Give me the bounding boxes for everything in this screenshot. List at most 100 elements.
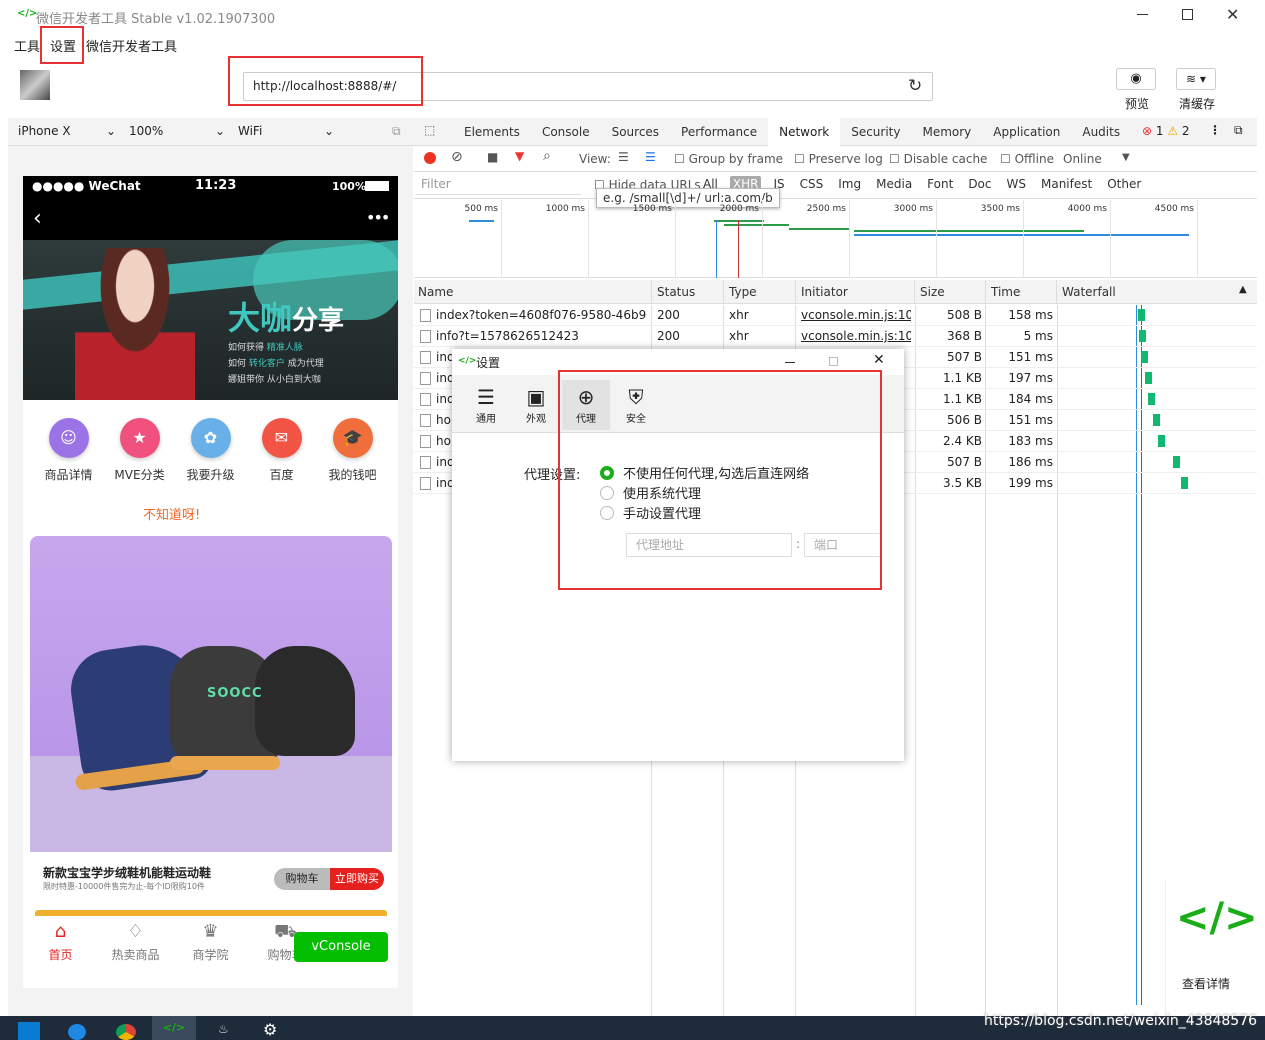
type-filter-other[interactable]: Other — [1104, 176, 1144, 192]
timeline-tick-label: 3500 ms — [980, 204, 1020, 214]
devtools-tabs: Elements Console Sources Performance Network… — [453, 118, 1131, 148]
clear-cache-button[interactable]: ≋ ▾ 清缓存 — [1176, 68, 1218, 114]
menu-devtools[interactable]: 微信开发者工具 — [86, 36, 177, 55]
back-icon[interactable]: ‹ — [33, 206, 42, 231]
column-header-status[interactable]: Status — [657, 285, 695, 299]
dialog-close-icon[interactable]: ✕ — [873, 352, 885, 368]
view-details-link[interactable]: 查看详情 — [1182, 975, 1230, 992]
waterfall-bar — [1158, 435, 1165, 447]
waterfall-bar — [1153, 414, 1160, 426]
teapot-icon[interactable]: ♨ — [218, 1022, 229, 1036]
title-bar: </> 微信开发者工具 Stable v1.02.1907300 ✕ — [0, 0, 1265, 32]
throttle-select[interactable]: Online — [1063, 152, 1102, 166]
cell-initiator[interactable]: vconsole.min.js:10 — [801, 326, 911, 347]
cell-time: 197 ms — [1008, 371, 1053, 385]
vscode-icon[interactable] — [18, 1022, 40, 1040]
offline-checkbox[interactable]: ☐ Offline — [1000, 152, 1054, 166]
table-row[interactable]: index?token=4608f076-9580-46b9-a8... 200 x… — [414, 305, 1257, 326]
avatar[interactable] — [20, 70, 50, 100]
cell-initiator[interactable]: vconsole.min.js:10 — [801, 305, 911, 326]
category-item[interactable]: ✿ 我要升级 — [175, 418, 246, 483]
settings-gear-icon[interactable]: ⚙ — [263, 1020, 277, 1039]
chrome-icon[interactable] — [116, 1024, 136, 1040]
devtools-tab-application[interactable]: Application — [982, 118, 1071, 146]
refresh-icon[interactable]: ↻ — [908, 76, 922, 96]
inspect-icon[interactable]: ⬚ — [424, 123, 435, 137]
filter-input[interactable]: Filter — [416, 177, 581, 195]
throttle-dropdown-icon[interactable]: ▼ — [1122, 152, 1130, 163]
disable-cache-checkbox[interactable]: ☐ Disable cache — [889, 152, 987, 166]
devtools-tab-sources[interactable]: Sources — [601, 118, 670, 146]
search-icon[interactable]: ⌕ — [543, 148, 551, 164]
banner[interactable]: 大咖分享 如何获得 精准人脉 如何 转化客户 成为代理 娜姐带你 从小白到大咖 — [23, 240, 398, 400]
wechat-devtools-icon[interactable]: </> — [152, 1016, 196, 1040]
category-item[interactable]: ✉ 百度 — [246, 418, 317, 483]
dialog-maximize-icon[interactable] — [829, 357, 838, 366]
list-view-icon[interactable]: ☰ — [618, 150, 629, 164]
table-row[interactable]: info?t=1578626512423 200 xhr vconsole.min.j… — [414, 326, 1257, 347]
waterfall-bar — [1173, 456, 1180, 468]
preview-button[interactable]: ◉ 预览 — [1116, 68, 1158, 114]
preview-label: 预览 — [1124, 97, 1149, 111]
category-item[interactable]: ☺ 商品详情 — [33, 418, 104, 483]
devtools-tab-security[interactable]: Security — [840, 118, 911, 146]
column-header-type[interactable]: Type — [729, 285, 757, 299]
more-dots-icon[interactable]: ••• — [366, 208, 390, 227]
network-select[interactable]: WiFi ⌄ — [238, 124, 334, 138]
sort-arrow-icon[interactable]: ▲ — [1239, 284, 1247, 295]
more-menu-icon[interactable]: ⋮ — [1209, 123, 1221, 137]
category-item[interactable]: ★ MVE分类 — [104, 418, 175, 483]
column-header-time[interactable]: Time — [991, 285, 1020, 299]
devtools-tab-elements[interactable]: Elements — [453, 118, 531, 146]
devtools-tab-console[interactable]: Console — [531, 118, 601, 146]
devtools-tab-performance[interactable]: Performance — [670, 118, 768, 146]
type-filter-manifest[interactable]: Manifest — [1038, 176, 1095, 192]
dialog-minimize-icon[interactable] — [785, 362, 795, 363]
category-item[interactable]: 🎓 我的钱吧 — [317, 418, 388, 483]
column-header-initiator[interactable]: Initiator — [801, 285, 848, 299]
column-header-size[interactable]: Size — [920, 285, 945, 299]
type-filter-doc[interactable]: Doc — [965, 176, 994, 192]
product-card[interactable]: SOOCC 新款宝宝学步绒鞋机能鞋运动鞋 限时特惠-10000件售完为止-每个I… — [30, 536, 392, 908]
waterfall-view-icon[interactable]: ☰ — [645, 150, 656, 164]
dock-icon[interactable]: ⧉ — [1234, 123, 1243, 138]
clear-icon[interactable]: ⊘ — [451, 149, 463, 165]
close-icon[interactable]: ✕ — [1226, 5, 1239, 24]
type-filter-css[interactable]: CSS — [797, 176, 827, 192]
record-icon[interactable] — [424, 152, 436, 164]
category-label: 我要升级 — [186, 468, 235, 482]
add-to-cart-button[interactable]: 购物车 — [274, 868, 330, 890]
timeline-tick-label: 4000 ms — [1067, 204, 1107, 214]
tab-item[interactable]: ⌂ 首页 — [23, 922, 98, 963]
minimize-icon[interactable] — [1137, 14, 1148, 15]
product-subtitle: 限时特惠-10000件售完为止-每个ID限购10件 — [43, 882, 205, 891]
column-header-name[interactable]: Name — [418, 285, 453, 299]
preserve-log-checkbox[interactable]: ☐ Preserve log — [794, 152, 883, 166]
zoom-select[interactable]: 100% ⌄ — [129, 124, 225, 138]
vconsole-button[interactable]: vConsole — [294, 932, 388, 962]
camera-icon[interactable]: ■ — [487, 150, 498, 164]
device-select[interactable]: iPhone X ⌄ — [18, 124, 116, 138]
maximize-icon[interactable] — [1182, 9, 1193, 20]
tab-item[interactable]: ♛ 商学院 — [173, 922, 248, 963]
type-filter-img[interactable]: Img — [835, 176, 864, 192]
devtools-tab-network[interactable]: Network — [768, 118, 841, 148]
buy-now-button[interactable]: 立即购买 — [330, 868, 384, 890]
column-header-waterfall[interactable]: Waterfall — [1062, 285, 1116, 299]
devtools-tab-audits[interactable]: Audits — [1071, 118, 1131, 146]
group-by-frame-checkbox[interactable]: ☐ Group by frame — [674, 152, 783, 166]
waterfall-bar — [1141, 351, 1148, 363]
settings-tab[interactable]: ▣ 外观 — [512, 380, 560, 430]
error-count[interactable]: ⊗ 1 ⚠ 2 — [1142, 124, 1190, 138]
type-filter-ws[interactable]: WS — [1004, 176, 1029, 192]
menu-tools[interactable]: 工具 — [14, 36, 40, 55]
filter-icon[interactable]: ▼ — [515, 149, 524, 163]
clock-text: 11:23 — [195, 178, 237, 193]
app-icon[interactable] — [68, 1024, 86, 1040]
popout-icon[interactable]: ⧉ — [392, 124, 401, 139]
settings-tab[interactable]: ☰ 通用 — [462, 380, 510, 430]
type-filter-font[interactable]: Font — [924, 176, 956, 192]
tab-item[interactable]: ♢ 热卖商品 — [98, 922, 173, 963]
devtools-tab-memory[interactable]: Memory — [911, 118, 982, 146]
type-filter-media[interactable]: Media — [873, 176, 915, 192]
